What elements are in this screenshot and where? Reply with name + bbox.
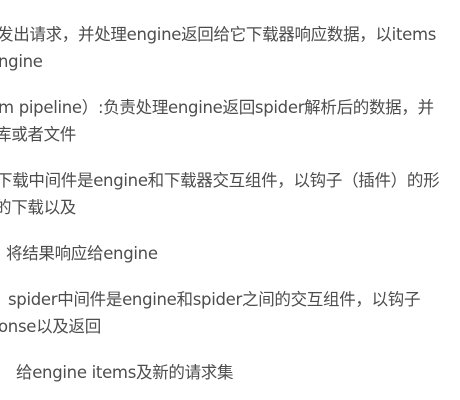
paragraph-line: onse以及返回 (0, 317, 101, 336)
paragraph-line: 的下载以及 (0, 198, 77, 217)
paragraph-line: 给engine items及新的请求集 (16, 363, 234, 382)
paragraph-line: 库或者文件 (0, 125, 77, 144)
paragraph-line: 发出请求，并处理engine返回给它下载器响应数据，以items (0, 25, 437, 44)
paragraph-line: spider中间件是engine和spider之间的交互组件，以钩子 (8, 290, 421, 309)
paragraph-line: 将结果响应给engine (6, 244, 158, 263)
paragraph-line: ngine (0, 52, 43, 71)
paragraph-line: m pipeline）:负责处理engine返回spider解析后的数据，并 (0, 98, 434, 117)
paragraph-line: 下载中间件是engine和下载器交互组件，以钩子（插件）的形 (0, 171, 440, 190)
